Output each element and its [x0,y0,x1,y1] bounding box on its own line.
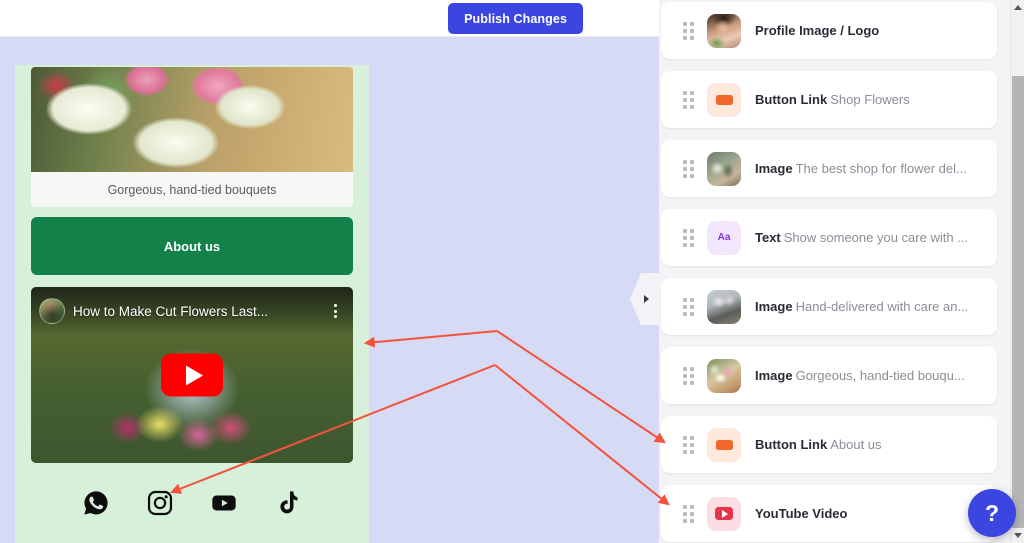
block-item-type: Image [755,299,793,314]
button-link-icon [707,82,741,117]
youtube-icon[interactable] [210,489,238,517]
whatsapp-icon[interactable] [82,489,110,517]
block-item-label: Image Hand-delivered with care an... [755,299,968,314]
preview-video-block[interactable]: How to Make Cut Flowers Last... [31,287,353,463]
image-caption: Gorgeous, hand-tied bouquets [107,182,277,197]
help-button[interactable]: ? [968,489,1016,537]
block-item-image[interactable]: Image The best shop for flower del... [661,140,997,197]
block-item-label: Text Show someone you care with ... [755,230,968,245]
channel-avatar [39,298,65,324]
block-item-label: Profile Image / Logo [755,23,879,38]
block-item-button-link[interactable]: Button Link Shop Flowers [661,71,997,128]
block-item-image[interactable]: Image Hand-delivered with care an... [661,278,997,335]
block-item-label: Button Link About us [755,437,882,452]
youtube-play-icon[interactable] [161,353,223,397]
publish-changes-button[interactable]: Publish Changes [448,3,583,34]
block-item-subtitle: Hand-delivered with care an... [795,299,969,314]
panel-scrollbar[interactable] [1010,0,1024,543]
drag-handle-icon[interactable] [675,435,701,454]
phone-preview: Gorgeous, hand-tied bouquets About us Ho… [15,65,369,543]
drag-handle-icon[interactable] [675,297,701,316]
block-item-type: Text [755,230,781,245]
block-item-profile-image-logo[interactable]: Profile Image / Logo [661,2,997,59]
app-root: Publish Changes Gorgeous, hand-tied bouq… [0,0,1024,543]
scroll-down-arrow[interactable] [1011,528,1024,543]
block-item-type: Image [755,368,793,383]
button-glyph [715,94,733,105]
instagram-icon[interactable] [146,489,174,517]
button-glyph [715,439,733,450]
blocks-list: Profile Image / Logo Button Link Shop Flow… [659,0,1009,543]
preview-social-links[interactable] [31,477,353,529]
kebab-menu-icon[interactable] [327,304,343,318]
about-us-label: About us [163,238,221,254]
text-icon: Aa [707,220,741,255]
block-item-type: Profile Image / Logo [755,23,880,38]
panel-collapse-toggle[interactable] [630,273,659,325]
youtube-glyph [715,507,733,520]
block-item-subtitle: About us [830,437,882,452]
youtube-icon [707,496,741,531]
block-item-text[interactable]: Aa Text Show someone you care with ... [661,209,997,266]
drag-handle-icon[interactable] [675,504,701,523]
block-item-subtitle: Gorgeous, hand-tied bouqu... [795,368,965,383]
video-top-bar: How to Make Cut Flowers Last... [31,287,353,335]
chevron-right-icon [644,295,649,303]
block-item-type: Button Link [755,437,828,452]
scrollbar-thumb[interactable] [1012,76,1024,528]
block-item-button-link[interactable]: Button Link About us [661,416,997,473]
top-bar: Publish Changes [0,0,659,37]
button-link-icon [707,427,741,462]
block-item-label: YouTube Video [755,506,847,521]
block-item-subtitle: Shop Flowers [830,92,910,107]
preview-image-block[interactable]: Gorgeous, hand-tied bouquets [31,67,353,207]
block-item-type: Button Link [755,92,828,107]
tiktok-icon[interactable] [274,489,302,517]
video-title: How to Make Cut Flowers Last... [73,303,269,319]
editor-area: Publish Changes Gorgeous, hand-tied bouq… [0,0,659,543]
bouquet-photo [31,67,353,172]
block-item-image[interactable]: Image Gorgeous, hand-tied bouqu... [661,347,997,404]
drag-handle-icon[interactable] [675,366,701,385]
block-item-label: Image Gorgeous, hand-tied bouqu... [755,368,965,383]
block-item-type: Image [755,161,793,176]
image-thumbnail [707,289,741,324]
drag-handle-icon[interactable] [675,159,701,178]
blocks-panel: Profile Image / Logo Button Link Shop Flow… [659,0,1024,543]
preview-canvas: Gorgeous, hand-tied bouquets About us Ho… [0,37,659,543]
preview-about-us-button[interactable]: About us [31,217,353,275]
scroll-up-arrow[interactable] [1011,0,1024,15]
block-item-label: Button Link Shop Flowers [755,92,910,107]
block-item-label: Image The best shop for flower del... [755,161,967,176]
block-item-type: YouTube Video [755,506,848,521]
drag-handle-icon[interactable] [675,90,701,109]
play-triangle [185,365,203,385]
block-item-subtitle: Show someone you care with ... [783,230,969,245]
image-thumbnail [707,358,741,393]
block-item-youtube-video[interactable]: YouTube Video [661,485,997,542]
image-thumbnail [707,13,741,48]
image-thumbnail [707,151,741,186]
drag-handle-icon[interactable] [675,21,701,40]
drag-handle-icon[interactable] [675,228,701,247]
block-item-subtitle: The best shop for flower del... [795,161,967,176]
